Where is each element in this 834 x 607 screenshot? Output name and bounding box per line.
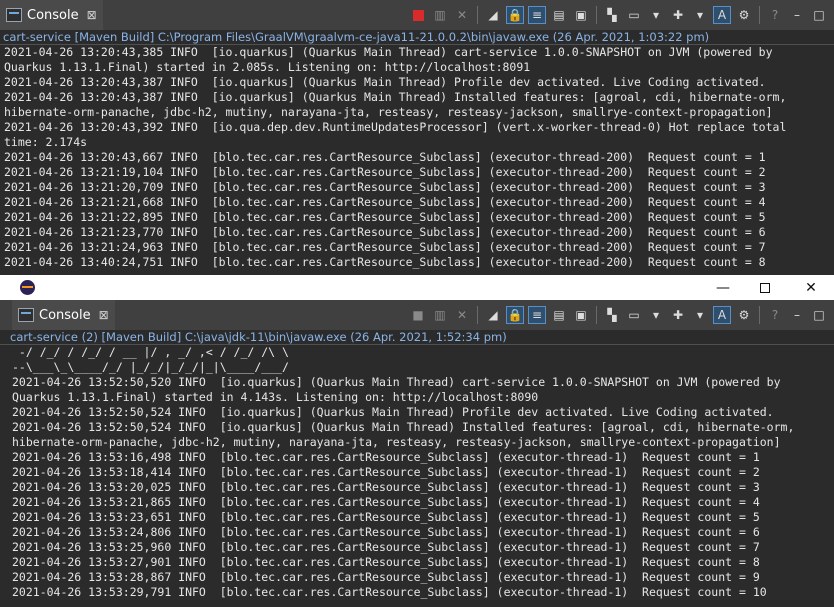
console-line: 2021-04-26 13:53:20,025 INFO [blo.tec.ca… (12, 480, 760, 494)
banner-line: -/ /_/ / /_/ / __ |/ , _/ ,< / /_/ /\ \ (12, 345, 289, 359)
settings-icon[interactable]: ⚙ (735, 306, 753, 324)
console-output-bottom[interactable]: 2021-04-26 13:52:50,520 INFO [io.quarkus… (0, 375, 834, 600)
console-line: 2021-04-26 13:53:27,901 INFO [blo.tec.ca… (12, 555, 760, 569)
console-line: 2021-04-26 13:20:43,667 INFO [blo.tec.ca… (4, 150, 766, 164)
bottom-toolbar-actions: ■ ▥ ✕ ◢ 🔒 ≡ ▤ ▣ ▚ ▭ ▾ ✚ ▾ A ⚙ ? – □ (409, 306, 828, 324)
word-wrap-icon[interactable]: ≡ (528, 6, 546, 24)
minimize-view-icon[interactable]: – (788, 6, 806, 24)
bottom-console-toolbar: Console ⊠ ■ ▥ ✕ ◢ 🔒 ≡ ▤ ▣ ▚ ▭ ▾ ✚ ▾ A ⚙ … (0, 300, 834, 330)
launch-path: cart-service (2) [Maven Build] C:\java\j… (0, 330, 834, 345)
display-selected-console-icon[interactable]: ▭ (625, 6, 643, 24)
eclipse-logo-icon (20, 280, 35, 295)
display-selected-console-icon[interactable]: ▭ (625, 306, 643, 324)
maximize-view-icon[interactable]: □ (810, 306, 828, 324)
top-toolbar-actions: ▥ ✕ ◢ 🔒 ≡ ▤ ▣ ▚ ▭ ▾ ✚ ▾ A ⚙ ? – □ (409, 6, 828, 24)
word-wrap-icon[interactable]: ≡ (528, 306, 546, 324)
console-line: 2021-04-26 13:20:43,387 INFO [io.quarkus… (4, 90, 787, 104)
show-on-stdout-icon[interactable]: ▤ (550, 306, 568, 324)
open-console-icon[interactable]: ✚ (669, 6, 687, 24)
console-line: hibernate-orm-panache, jdbc-h2, mutiny, … (4, 105, 773, 119)
help-icon[interactable]: ? (766, 6, 784, 24)
console-line: 2021-04-26 13:20:43,385 INFO [io.quarkus… (4, 45, 773, 59)
scroll-lock-icon[interactable]: 🔒 (506, 306, 524, 324)
console-line: 2021-04-26 13:21:24,963 INFO [blo.tec.ca… (4, 240, 766, 254)
console-line: 2021-04-26 13:21:20,709 INFO [blo.tec.ca… (4, 180, 766, 194)
remove-all-terminated-icon[interactable]: ✕ (453, 6, 471, 24)
console-line: 2021-04-26 13:53:29,791 INFO [blo.tec.ca… (12, 585, 767, 599)
console-line: 2021-04-26 13:53:28,867 INFO [blo.tec.ca… (12, 570, 760, 584)
link-icon[interactable]: A (713, 6, 731, 24)
minimize-view-icon[interactable]: – (788, 306, 806, 324)
maximize-window-button[interactable] (742, 275, 788, 300)
console-line: 2021-04-26 13:53:24,806 INFO [blo.tec.ca… (12, 525, 760, 539)
help-icon[interactable]: ? (766, 306, 784, 324)
console-icon (18, 308, 34, 322)
clear-console-icon[interactable]: ◢ (484, 306, 502, 324)
chevron-down-icon[interactable]: ▾ (691, 6, 709, 24)
console-line: 2021-04-26 13:53:18,414 INFO [blo.tec.ca… (12, 465, 760, 479)
clear-console-icon[interactable]: ◢ (484, 6, 502, 24)
chevron-down-icon[interactable]: ▾ (647, 306, 665, 324)
show-on-stderr-icon[interactable]: ▣ (572, 306, 590, 324)
launch-path: cart-service [Maven Build] C:\Program Fi… (0, 30, 834, 45)
console-line: 2021-04-26 13:21:23,770 INFO [blo.tec.ca… (4, 225, 766, 239)
top-console-toolbar: Console ⊠ ▥ ✕ ◢ 🔒 ≡ ▤ ▣ ▚ ▭ ▾ ✚ ▾ A ⚙ ? … (0, 0, 834, 30)
console-line: 2021-04-26 13:52:50,520 INFO [io.quarkus… (12, 375, 781, 389)
open-console-icon[interactable]: ✚ (669, 306, 687, 324)
remove-all-terminated-icon[interactable]: ✕ (453, 306, 471, 324)
tab-console-top[interactable]: Console ⊠ (0, 0, 103, 30)
console-line: 2021-04-26 13:53:16,498 INFO [blo.tec.ca… (12, 450, 760, 464)
minimize-window-button[interactable]: — (700, 275, 746, 300)
settings-icon[interactable]: ⚙ (735, 6, 753, 24)
terminate-icon[interactable]: ■ (409, 306, 427, 324)
console-line: 2021-04-26 13:53:25,960 INFO [blo.tec.ca… (12, 540, 760, 554)
maximize-view-icon[interactable]: □ (810, 6, 828, 24)
console-line: 2021-04-26 13:21:22,895 INFO [blo.tec.ca… (4, 210, 766, 224)
remove-launch-icon[interactable]: ▥ (431, 6, 449, 24)
scroll-lock-icon[interactable]: 🔒 (506, 6, 524, 24)
pin-console-icon[interactable]: ▚ (603, 306, 621, 324)
console-line: Quarkus 1.13.1.Final) started in 2.085s.… (4, 60, 531, 74)
console-line: 2021-04-26 13:40:24,751 INFO [blo.tec.ca… (4, 255, 766, 269)
console-line: 2021-04-26 13:52:50,524 INFO [io.quarkus… (12, 405, 774, 419)
remove-launch-icon[interactable]: ▥ (431, 306, 449, 324)
close-window-button[interactable]: ✕ (788, 275, 834, 300)
console-line: Quarkus 1.13.1.Final) started in 4.143s.… (12, 390, 539, 404)
console-line: 2021-04-26 13:20:43,392 INFO [io.qua.dep… (4, 120, 787, 134)
show-on-stderr-icon[interactable]: ▣ (572, 6, 590, 24)
tab-label: Console (39, 307, 91, 323)
chevron-down-icon[interactable]: ▾ (647, 6, 665, 24)
console-line: 2021-04-26 13:53:21,865 INFO [blo.tec.ca… (12, 495, 760, 509)
link-icon[interactable]: A (713, 306, 731, 324)
pin-console-icon[interactable]: ▚ (603, 6, 621, 24)
console-line: 2021-04-26 13:20:43,387 INFO [io.quarkus… (4, 75, 766, 89)
banner-line: --\___\_\____/_/ |_/_/|_/_/|_|\____/___/ (12, 360, 289, 374)
close-tab-icon[interactable]: ⊠ (99, 308, 109, 322)
show-on-stdout-icon[interactable]: ▤ (550, 6, 568, 24)
console-line: 2021-04-26 13:52:50,524 INFO [io.quarkus… (12, 420, 795, 434)
console-output-top[interactable]: 2021-04-26 13:20:43,385 INFO [io.quarkus… (0, 45, 834, 270)
console-icon (6, 8, 22, 22)
quarkus-ascii-banner: -/ /_/ / /_/ / __ |/ , _/ ,< / /_/ /\ \ -… (0, 345, 834, 375)
console-line: 2021-04-26 13:21:19,104 INFO [blo.tec.ca… (4, 165, 766, 179)
tab-label: Console (27, 7, 79, 23)
chevron-down-icon[interactable]: ▾ (691, 306, 709, 324)
tab-console-bottom[interactable]: Console ⊠ (12, 300, 115, 330)
close-tab-icon[interactable]: ⊠ (87, 8, 97, 22)
terminate-icon[interactable] (409, 6, 427, 24)
top-console-view: Console ⊠ ▥ ✕ ◢ 🔒 ≡ ▤ ▣ ▚ ▭ ▾ ✚ ▾ A ⚙ ? … (0, 0, 834, 275)
bottom-console-view: Console ⊠ ■ ▥ ✕ ◢ 🔒 ≡ ▤ ▣ ▚ ▭ ▾ ✚ ▾ A ⚙ … (0, 300, 834, 607)
console-line: 2021-04-26 13:53:23,651 INFO [blo.tec.ca… (12, 510, 760, 524)
console-line: 2021-04-26 13:21:21,668 INFO [blo.tec.ca… (4, 195, 766, 209)
console-line: time: 2.174s (4, 135, 88, 149)
window-titlebar[interactable]: — ✕ (0, 275, 834, 301)
console-line: hibernate-orm-panache, jdbc-h2, mutiny, … (12, 435, 781, 449)
